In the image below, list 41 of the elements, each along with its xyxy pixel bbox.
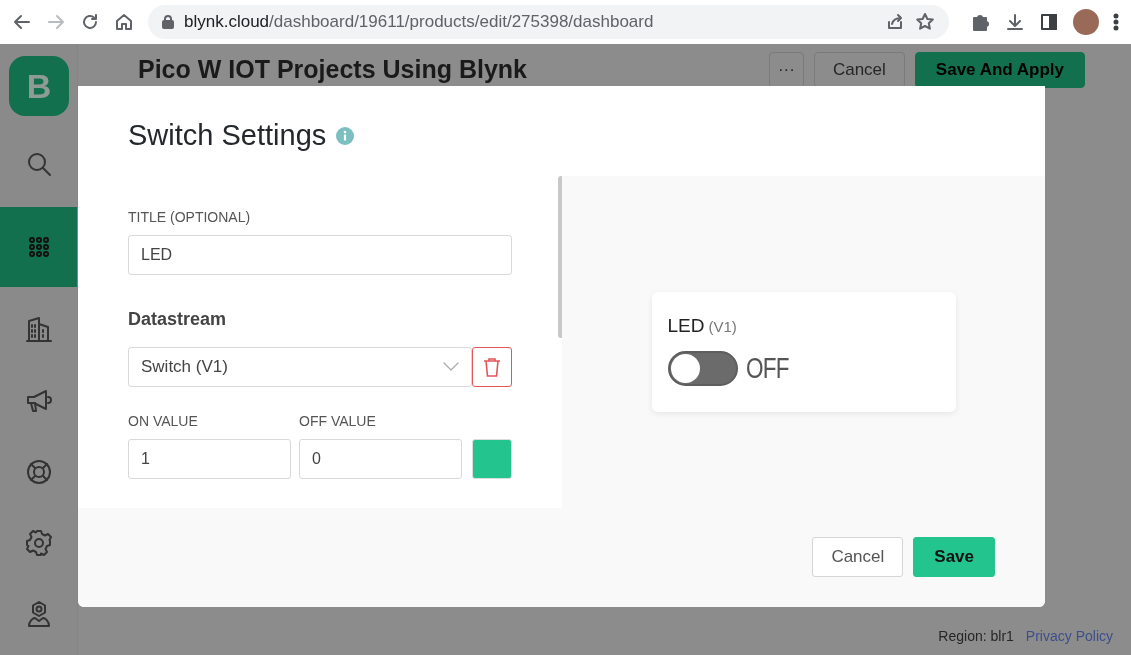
avatar[interactable] bbox=[1073, 9, 1099, 35]
widget-label: LED bbox=[667, 315, 705, 336]
address-bar[interactable]: blynk.cloud/dashboard/19611/products/edit/275398/dashboard bbox=[148, 5, 949, 39]
trash-icon bbox=[483, 357, 501, 377]
delete-button[interactable] bbox=[472, 347, 512, 387]
cancel-button[interactable]: Cancel bbox=[812, 537, 904, 577]
title-field[interactable]: LED bbox=[128, 235, 512, 275]
home-icon[interactable] bbox=[114, 12, 134, 32]
pin-label: (V1) bbox=[708, 318, 737, 335]
building-icon bbox=[23, 314, 54, 345]
cancel-button[interactable]: Cancel bbox=[813, 52, 905, 88]
menu-icon[interactable] bbox=[1113, 12, 1119, 32]
field-label: TITLE (OPTIONAL) bbox=[128, 208, 252, 227]
share-icon[interactable] bbox=[885, 12, 905, 32]
reload-icon[interactable] bbox=[80, 12, 100, 32]
region-label: Region: blr1 bbox=[938, 627, 1014, 646]
star-icon[interactable] bbox=[915, 12, 935, 32]
sidebar-item[interactable] bbox=[0, 206, 77, 287]
section-heading: Datastream bbox=[128, 308, 228, 331]
datastream-dropdown[interactable]: Switch (V1) bbox=[128, 347, 472, 387]
back-icon[interactable] bbox=[12, 12, 32, 32]
field-label: OFF VALUE bbox=[299, 412, 377, 431]
on-value-field[interactable]: 1 bbox=[128, 439, 291, 479]
url-text: blynk.cloud/dashboard/19611/products/edit/275398/dashboard bbox=[184, 11, 654, 34]
info-icon[interactable] bbox=[336, 127, 355, 145]
page-title: Pico W IOT Projects Using Blynk bbox=[138, 54, 527, 86]
more-button[interactable]: ··· bbox=[768, 52, 804, 88]
lock-icon bbox=[162, 15, 174, 29]
download-icon[interactable] bbox=[1005, 12, 1025, 32]
toggle-switch[interactable] bbox=[667, 350, 738, 386]
chevron-down-icon bbox=[443, 362, 459, 372]
dropdown-value: Switch (V1) bbox=[141, 356, 228, 379]
switch-state-text: OFF bbox=[745, 353, 789, 383]
off-value-field[interactable]: 0 bbox=[299, 439, 462, 479]
dialog-title: Switch Settings bbox=[128, 118, 327, 152]
settings-icon bbox=[23, 527, 54, 558]
save-button[interactable]: Save bbox=[913, 537, 995, 577]
puzzle-icon[interactable] bbox=[971, 12, 991, 32]
color-swatch[interactable] bbox=[472, 439, 512, 479]
field-label: ON VALUE bbox=[128, 412, 199, 431]
sidebar-icon[interactable] bbox=[1039, 12, 1059, 32]
